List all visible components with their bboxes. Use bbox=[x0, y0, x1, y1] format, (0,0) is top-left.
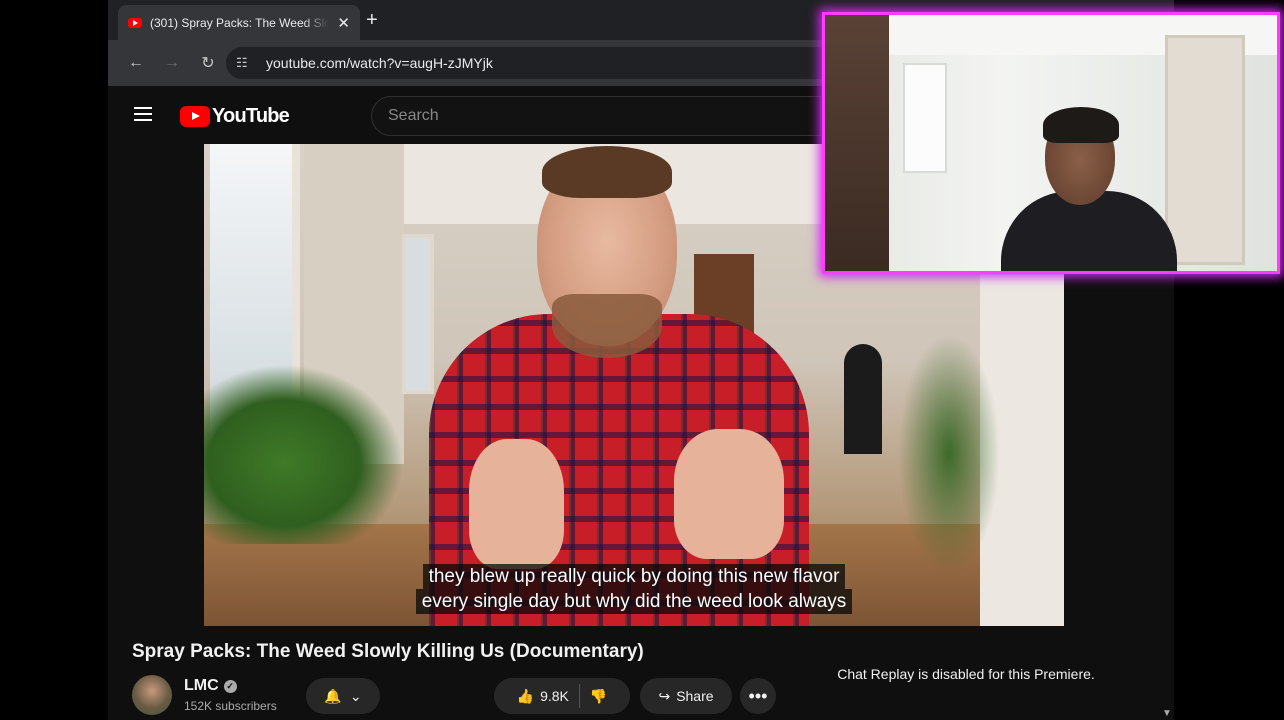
screen: (301) Spray Packs: The Weed Slowly Killi… bbox=[0, 0, 1284, 720]
tab-title: (301) Spray Packs: The Weed Slowly Killi… bbox=[150, 15, 330, 30]
webcam-overlay bbox=[822, 12, 1280, 274]
video-captions: they blew up really quick by doing this … bbox=[204, 564, 1064, 614]
share-button[interactable]: ↪ Share bbox=[640, 678, 732, 714]
notifications-button[interactable]: 🔔 ⌄ bbox=[306, 678, 380, 714]
search-input[interactable]: Search bbox=[371, 96, 821, 136]
presenter-beard bbox=[552, 294, 662, 358]
webcam-shelf bbox=[825, 15, 889, 271]
presenter-right-hand bbox=[674, 429, 784, 559]
webcam-door bbox=[1165, 35, 1245, 265]
new-tab-button[interactable]: + bbox=[366, 8, 378, 32]
streamer-hair bbox=[1043, 107, 1119, 143]
share-icon: ↪ bbox=[658, 687, 671, 704]
share-label: Share bbox=[676, 688, 714, 704]
webcam-window bbox=[903, 63, 947, 173]
thumb-down-icon[interactable]: 👎 bbox=[590, 688, 607, 705]
reload-icon[interactable]: ↻ bbox=[190, 53, 226, 73]
url-text: youtube.com/watch?v=augH-zJMYjk bbox=[266, 55, 493, 71]
site-settings-icon[interactable]: ☷ bbox=[236, 55, 266, 71]
video-plant-right bbox=[894, 324, 1004, 584]
presenter-left-hand bbox=[469, 439, 564, 569]
back-icon[interactable]: ← bbox=[118, 54, 154, 72]
presenter-hair bbox=[542, 146, 672, 198]
channel-name-row[interactable]: LMC ✓ bbox=[184, 677, 237, 695]
hamburger-menu-icon[interactable] bbox=[134, 107, 152, 121]
verified-icon: ✓ bbox=[223, 679, 237, 693]
forward-icon[interactable]: → bbox=[154, 54, 190, 72]
caption-line-1: they blew up really quick by doing this … bbox=[422, 564, 846, 589]
video-window-small bbox=[402, 234, 434, 394]
video-fireplace bbox=[844, 344, 882, 454]
thumb-up-icon[interactable]: 👍 bbox=[517, 688, 534, 705]
bell-icon: 🔔 bbox=[324, 687, 342, 704]
chat-replay-notice: Chat Replay is disabled for this Premier… bbox=[837, 666, 1095, 682]
youtube-logo-text: YouTube bbox=[212, 105, 290, 127]
like-divider bbox=[578, 684, 580, 708]
tab-close-icon[interactable]: ✕ bbox=[337, 14, 350, 32]
youtube-logo[interactable]: YouTube bbox=[180, 105, 290, 128]
more-actions-button[interactable]: ••• bbox=[740, 678, 776, 714]
channel-avatar[interactable] bbox=[132, 675, 172, 715]
like-count[interactable]: 9.8K bbox=[540, 688, 569, 704]
youtube-play-icon bbox=[180, 106, 210, 127]
youtube-favicon-icon bbox=[128, 17, 142, 28]
subscriber-count: 152K subscribers bbox=[184, 699, 277, 713]
browser-tab[interactable]: (301) Spray Packs: The Weed Slowly Killi… bbox=[118, 5, 360, 40]
caption-line-2: every single day but why did the weed lo… bbox=[415, 589, 853, 614]
like-dislike-group: 👍 9.8K 👎 bbox=[494, 678, 630, 714]
chevron-down-icon: ⌄ bbox=[349, 687, 362, 704]
scroll-down-icon[interactable]: ▼ bbox=[1162, 708, 1172, 719]
channel-name[interactable]: LMC bbox=[184, 677, 219, 695]
video-plant bbox=[204, 364, 404, 544]
video-title: Spray Packs: The Weed Slowly Killing Us … bbox=[132, 641, 644, 662]
